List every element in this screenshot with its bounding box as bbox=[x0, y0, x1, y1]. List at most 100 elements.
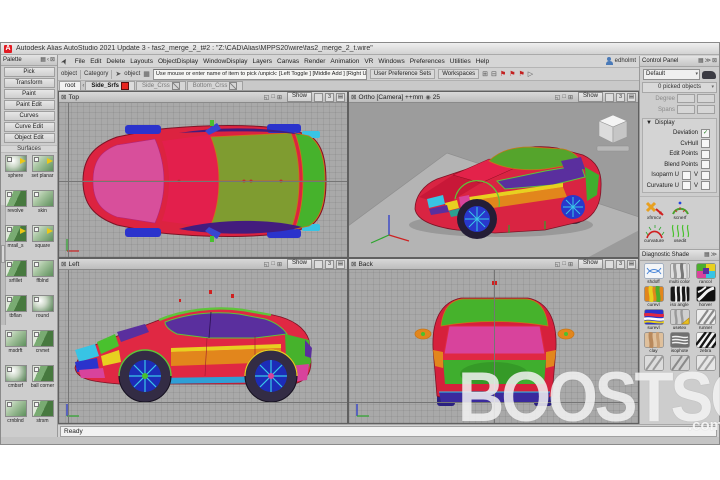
panel-menu-icon[interactable]: ▦ bbox=[704, 251, 710, 259]
palette-close-icon[interactable]: ⊠ bbox=[50, 56, 55, 64]
viewport-perspective-canvas[interactable] bbox=[349, 103, 638, 257]
shade-rancol[interactable]: rancol bbox=[693, 263, 719, 284]
menu-windows[interactable]: Windows bbox=[378, 58, 404, 65]
viewport-tile-icon[interactable]: ⊞ bbox=[568, 94, 573, 101]
panel-expand-icon[interactable]: ≫ bbox=[705, 57, 711, 65]
viewport-grid-box[interactable]: ▤ bbox=[336, 259, 345, 269]
menu-preferences[interactable]: Preferences bbox=[410, 58, 445, 65]
viewport-tile-icon[interactable]: ⊞ bbox=[277, 94, 282, 101]
viewport-grid-box[interactable]: ▤ bbox=[627, 259, 636, 269]
user-chip[interactable]: edholmt bbox=[605, 57, 636, 65]
deviation-checkbox[interactable]: ✓ bbox=[701, 128, 710, 138]
viewport-toggle-box[interactable] bbox=[314, 92, 323, 102]
tool-revolve[interactable]: revolve bbox=[3, 190, 29, 224]
palette-section-curves[interactable]: Curves bbox=[3, 111, 55, 121]
diagnostic-shade-title-bar[interactable]: Diagnostic Shade ▦ ≫ bbox=[640, 249, 719, 261]
tool-ball-corner[interactable]: ball corner bbox=[30, 365, 56, 399]
shade-clay[interactable]: clay bbox=[641, 332, 667, 353]
category-label[interactable]: Category bbox=[84, 71, 108, 77]
viewport-close-icon[interactable]: ⊠ bbox=[61, 260, 66, 269]
viewport-close-icon[interactable]: ⊠ bbox=[351, 93, 356, 102]
viewport-show-button[interactable]: Show bbox=[286, 259, 312, 269]
degree-u-field[interactable] bbox=[677, 94, 695, 103]
palette-section-pick[interactable]: Pick bbox=[3, 67, 55, 77]
isoparm-v-field[interactable] bbox=[701, 170, 710, 180]
viewport-toggle-box[interactable] bbox=[314, 259, 323, 269]
spans-u-field[interactable] bbox=[677, 105, 695, 114]
tool-mrail[interactable]: mrail_s bbox=[3, 225, 29, 259]
viewport-maximize-icon[interactable]: □ bbox=[562, 94, 566, 100]
spans-v-field[interactable] bbox=[697, 105, 715, 114]
menu-objectdisplay[interactable]: ObjectDisplay bbox=[158, 58, 198, 65]
viewport-maximize-icon[interactable]: □ bbox=[271, 94, 275, 100]
palette-collapse-icon[interactable]: ‹ bbox=[47, 56, 49, 64]
tool-ffblnd[interactable]: ffblnd bbox=[30, 260, 56, 294]
panel-menu-icon[interactable]: ▦ bbox=[698, 57, 704, 65]
layer-color-swatch[interactable] bbox=[121, 82, 130, 90]
viewport-perspective[interactable]: ⊠ Ortho [Camera] ++mm ◉ 25 ◱ □ ⊞ Show 3 … bbox=[348, 91, 639, 258]
blend-points-checkbox[interactable] bbox=[701, 160, 710, 169]
layer-tab-side-crss[interactable]: Side_Crss bbox=[136, 81, 186, 90]
viewport-tile-icon[interactable]: ⊞ bbox=[277, 261, 282, 268]
shade-surevl[interactable]: surevl bbox=[641, 309, 667, 330]
palette-section-paint[interactable]: Paint bbox=[3, 89, 55, 99]
pin-icon-1[interactable]: ⚑ bbox=[500, 70, 506, 78]
viewport-show-button[interactable]: Show bbox=[577, 259, 603, 269]
menu-animation[interactable]: Animation bbox=[330, 58, 359, 65]
menu-vr[interactable]: VR bbox=[364, 58, 373, 65]
expand-arrow-icon[interactable]: ▷ bbox=[528, 70, 533, 79]
picked-objects-bar[interactable]: 0 picked objects bbox=[642, 82, 717, 93]
tool-srfillet[interactable]: srfillet bbox=[3, 260, 29, 294]
menu-delete[interactable]: Delete bbox=[106, 58, 125, 65]
viewport-minimize-icon[interactable]: ◱ bbox=[264, 94, 270, 101]
tool-strsm[interactable]: strsm bbox=[30, 400, 56, 434]
shade-zebra[interactable]: zebra bbox=[693, 332, 719, 353]
shade-iso-angle[interactable]: iso angle bbox=[667, 286, 693, 307]
viewport-top[interactable]: ⊠ Top ◱ □ ⊞ Show 3 ▤ bbox=[58, 91, 348, 258]
shade-horver[interactable]: horver bbox=[693, 286, 719, 307]
tool-msdrft[interactable]: msdrft bbox=[3, 330, 29, 364]
curvature-u-field[interactable] bbox=[681, 181, 691, 190]
tool-square[interactable]: square bbox=[30, 225, 56, 259]
window-single-icon[interactable]: ⊟ bbox=[491, 70, 497, 79]
pin-icon-2[interactable]: ⚑ bbox=[509, 70, 515, 78]
tool-sphere[interactable]: sphere bbox=[3, 155, 29, 189]
viewport-maximize-icon[interactable]: □ bbox=[562, 261, 566, 267]
menu-layers[interactable]: Layers bbox=[253, 58, 273, 65]
tool-round[interactable]: round bbox=[30, 295, 56, 329]
menu-windowdisplay[interactable]: WindowDisplay bbox=[203, 58, 247, 65]
menu-edit[interactable]: Edit bbox=[90, 58, 101, 65]
palette-section-object-edit[interactable]: Object Edit bbox=[3, 133, 55, 143]
palette-menu-icon[interactable]: ▦ bbox=[40, 56, 46, 64]
viewport-show-button[interactable]: Show bbox=[577, 92, 603, 102]
shade-shdoff[interactable]: shdoff bbox=[641, 263, 667, 284]
viewport-minimize-icon[interactable]: ◱ bbox=[555, 94, 561, 101]
palette-section-curve-edit[interactable]: Curve Edit bbox=[3, 122, 55, 132]
tool-scnerf[interactable]: scnerf bbox=[668, 200, 692, 221]
shade-multi-color[interactable]: multi color bbox=[667, 263, 693, 284]
viewport-minimize-icon[interactable]: ◱ bbox=[555, 261, 561, 268]
viewport-grid-box[interactable]: ▤ bbox=[627, 92, 636, 102]
tool-xsedit[interactable]: xsedit bbox=[668, 223, 692, 244]
tool-skin[interactable]: skin bbox=[30, 190, 56, 224]
viewport-tile-icon[interactable]: ⊞ bbox=[568, 261, 573, 268]
layer-tab-root[interactable]: root bbox=[59, 81, 82, 90]
edit-points-checkbox[interactable] bbox=[701, 149, 710, 159]
tool-crvnet[interactable]: crvnet bbox=[30, 330, 56, 364]
viewport-toggle-box[interactable] bbox=[605, 92, 614, 102]
shade-runner[interactable]: runner bbox=[693, 309, 719, 330]
control-panel-title-bar[interactable]: Control Panel ▦ ≫ ⊠ bbox=[640, 56, 719, 67]
viewport-grid-box[interactable]: ▤ bbox=[336, 92, 345, 102]
layer-scroll-arrow[interactable]: ‹ bbox=[82, 83, 84, 89]
degree-v-field[interactable] bbox=[697, 94, 715, 103]
tool-cmbsrf[interactable]: cmbsrf bbox=[3, 365, 29, 399]
pin-icon-3[interactable]: ⚑ bbox=[518, 70, 524, 78]
menu-file[interactable]: File bbox=[75, 58, 85, 65]
collapse-triangle-icon[interactable]: ▼ bbox=[646, 120, 652, 126]
tool-crnblnd[interactable]: crnblnd bbox=[3, 400, 29, 434]
viewport-layer3-box[interactable]: 3 bbox=[325, 92, 334, 102]
isoparm-u-field[interactable] bbox=[681, 170, 691, 180]
workspaces-button[interactable]: Workspaces bbox=[438, 69, 480, 79]
cvhull-checkbox[interactable] bbox=[701, 139, 710, 148]
viewport-show-button[interactable]: Show bbox=[286, 92, 312, 102]
